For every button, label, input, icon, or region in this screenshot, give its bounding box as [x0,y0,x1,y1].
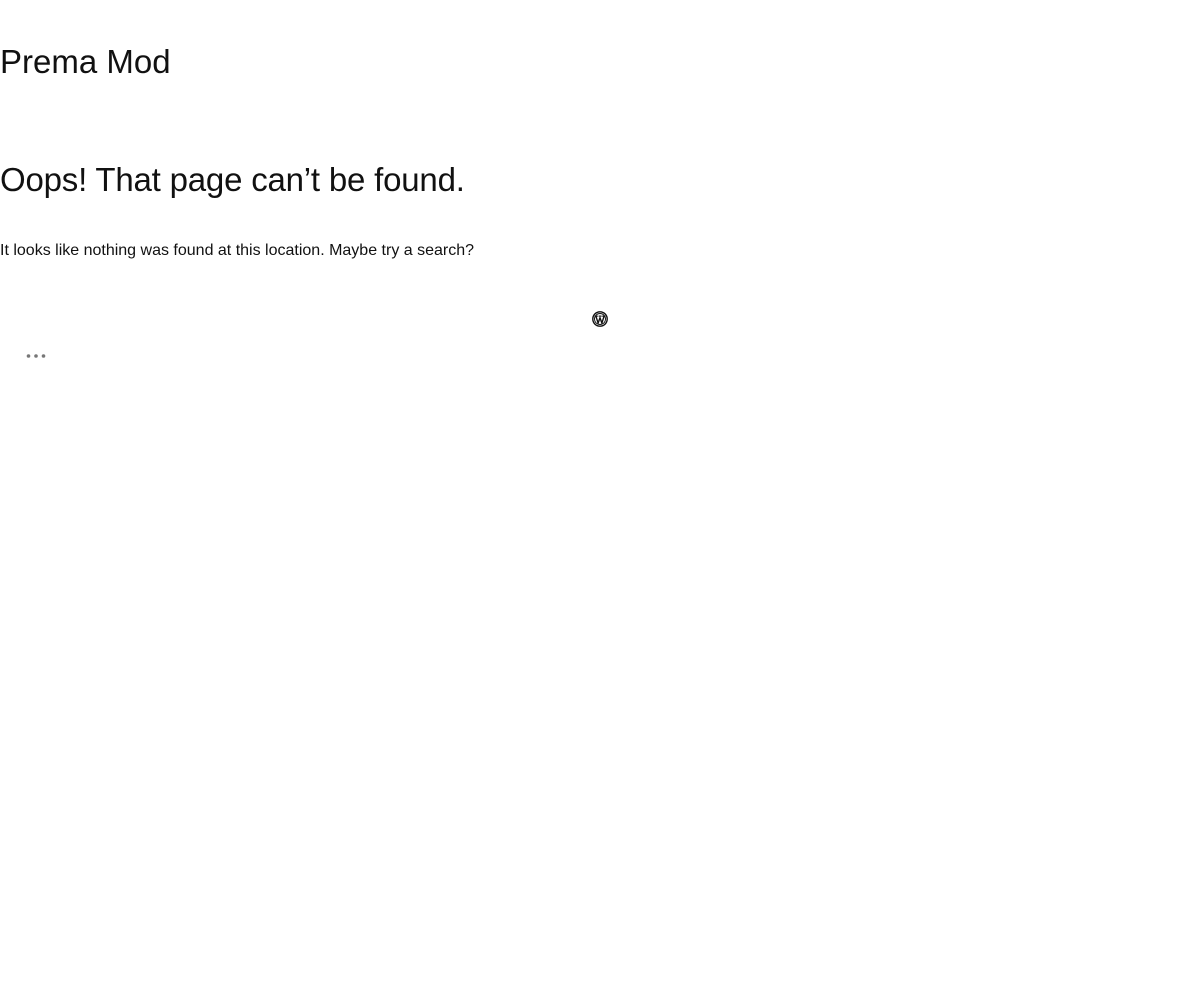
page: Prema Mod Oops! That page can’t be found… [0,0,1200,1000]
error-page-title: Oops! That page can’t be found. [0,161,465,198]
more-options-button[interactable] [24,348,48,364]
error-page-message: It looks like nothing was found at this … [0,242,475,259]
site-title-link[interactable]: Prema Mod [0,40,171,84]
ellipsis-icon [26,354,46,358]
wordpress-icon [592,311,608,327]
wordpress-logo-link[interactable] [592,311,608,327]
